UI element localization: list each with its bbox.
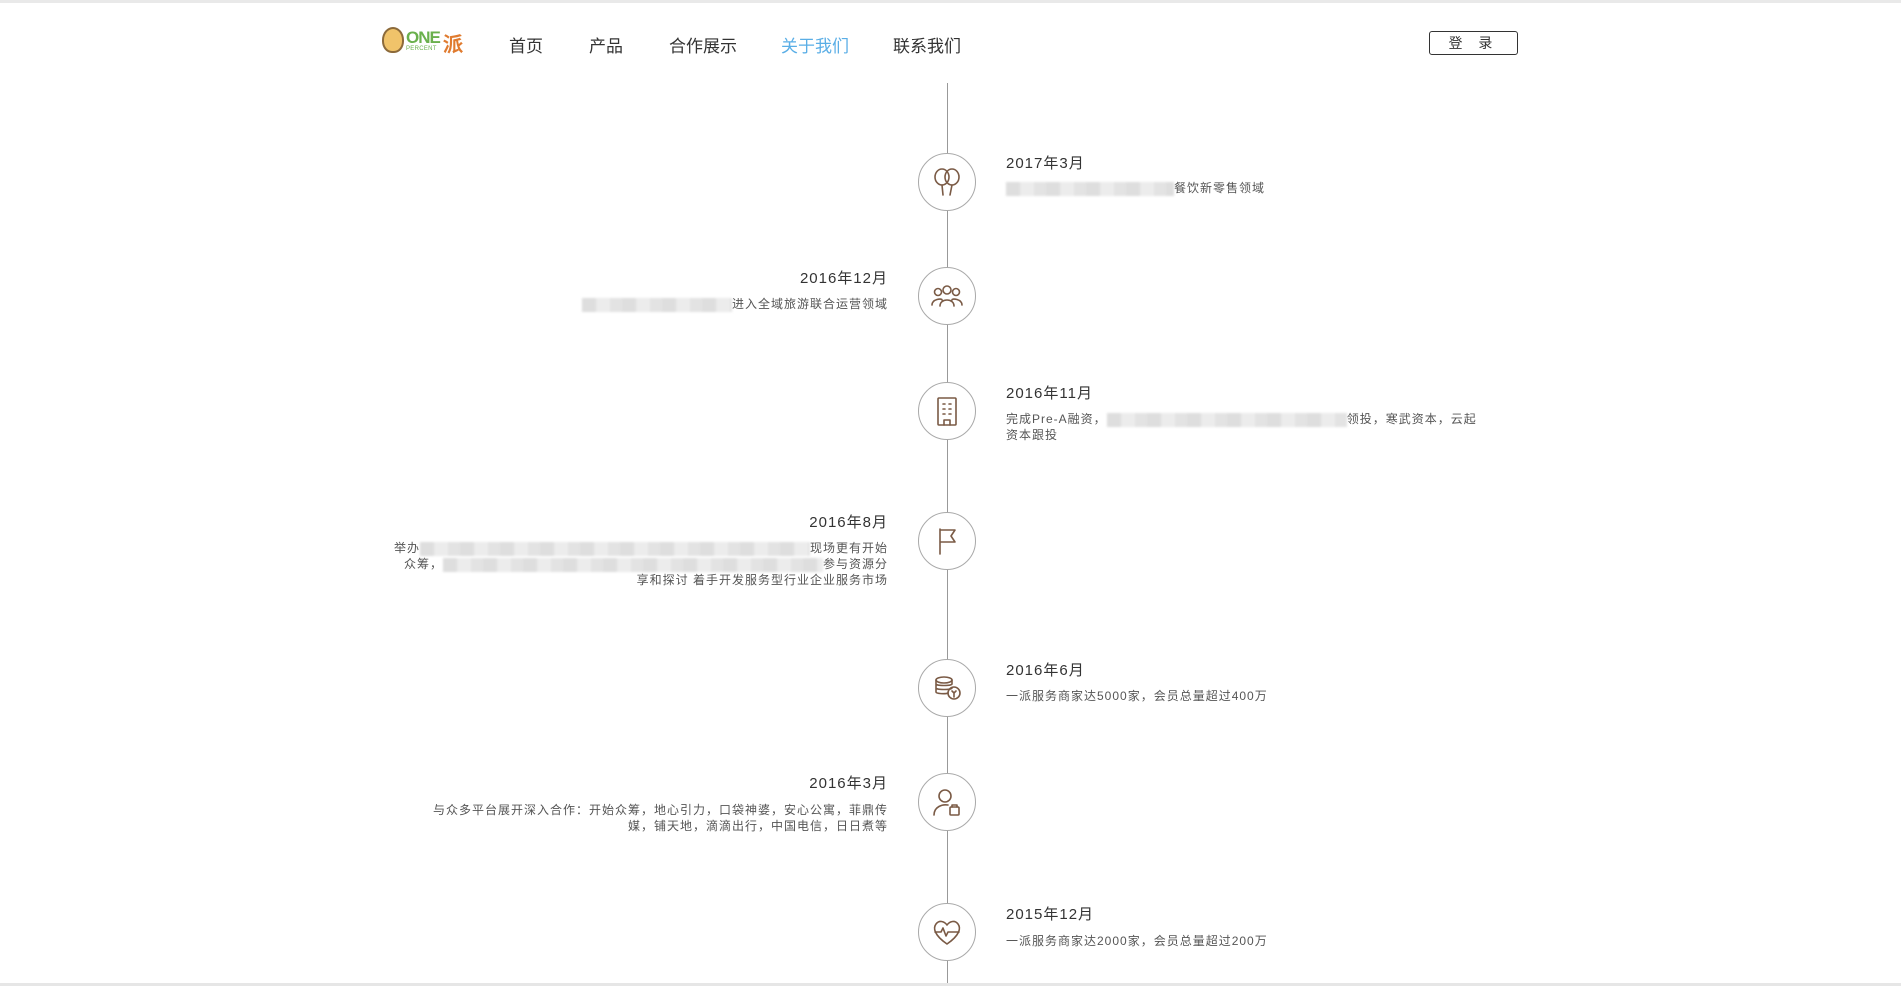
entry-desc: 与众多平台展开深入合作：开始众筹，地心引力，口袋神婆，安心公寓，菲鼎传 媒，铺天…: [432, 803, 888, 833]
redacted-text: [1006, 181, 1174, 196]
entry-desc: 进入全域旅游联合运营领域: [548, 296, 888, 312]
redacted-text: [581, 297, 732, 312]
entry-desc: 一派服务商家达2000家，会员总量超过200万: [1006, 934, 1268, 948]
logo-pai: 派: [443, 34, 463, 56]
entry-date: 2016年12月: [799, 270, 888, 287]
entry-desc: 餐饮新零售领域: [1006, 180, 1265, 196]
redacted-text: [442, 557, 823, 572]
entry-date: 2015年12月: [1006, 906, 1095, 923]
redacted-text: [419, 541, 810, 556]
logo[interactable]: ONE PERCENT 派: [382, 23, 464, 61]
nav-about-us[interactable]: 关于我们: [781, 32, 849, 57]
entry-date: 2016年8月: [809, 514, 888, 531]
nav-cooperation[interactable]: 合作展示: [669, 32, 737, 57]
timeline-node: [918, 153, 976, 211]
site-header: ONE PERCENT 派 首页 产品 合作展示 关于我们 联系我们 登 录: [0, 3, 1901, 83]
flag-icon: [939, 528, 956, 555]
entry-desc: 一派服务商家达5000家，会员总量超过400万: [1006, 689, 1268, 703]
entry-desc: 完成Pre-A融资， 领投，寒武资本，云起 资本跟投: [1006, 412, 1477, 442]
balloons-icon: [934, 168, 960, 196]
logo-percent: PERCENT: [406, 46, 437, 52]
building-icon: [937, 397, 957, 426]
timeline-node: [918, 512, 976, 570]
logo-one: ONE: [406, 28, 441, 47]
entry-date: 2017年3月: [1006, 155, 1085, 172]
coins-icon: [935, 676, 961, 700]
heart-pulse-icon: [933, 920, 961, 945]
logo-mascot-icon: [382, 27, 404, 53]
group-icon: [931, 285, 963, 307]
timeline-node: [918, 659, 976, 717]
entry-date: 2016年3月: [809, 775, 888, 792]
entry-date: 2016年6月: [1006, 662, 1085, 679]
redacted-text: [1106, 412, 1347, 427]
nav-products[interactable]: 产品: [589, 32, 623, 57]
timeline-node: [918, 903, 976, 961]
timeline-node: [918, 382, 976, 440]
login-button[interactable]: 登 录: [1429, 31, 1518, 55]
timeline-node: [918, 267, 976, 325]
user-bag-icon: [933, 789, 960, 816]
entry-desc: 举办 现场更有开始 众筹， 参与资源分 享和探讨 着手开发服务型行业企业服务市场: [393, 541, 888, 587]
timeline-node: [918, 773, 976, 831]
entry-date: 2016年11月: [1006, 385, 1093, 402]
nav-contact[interactable]: 联系我们: [893, 32, 961, 57]
nav-home[interactable]: 首页: [509, 32, 543, 57]
